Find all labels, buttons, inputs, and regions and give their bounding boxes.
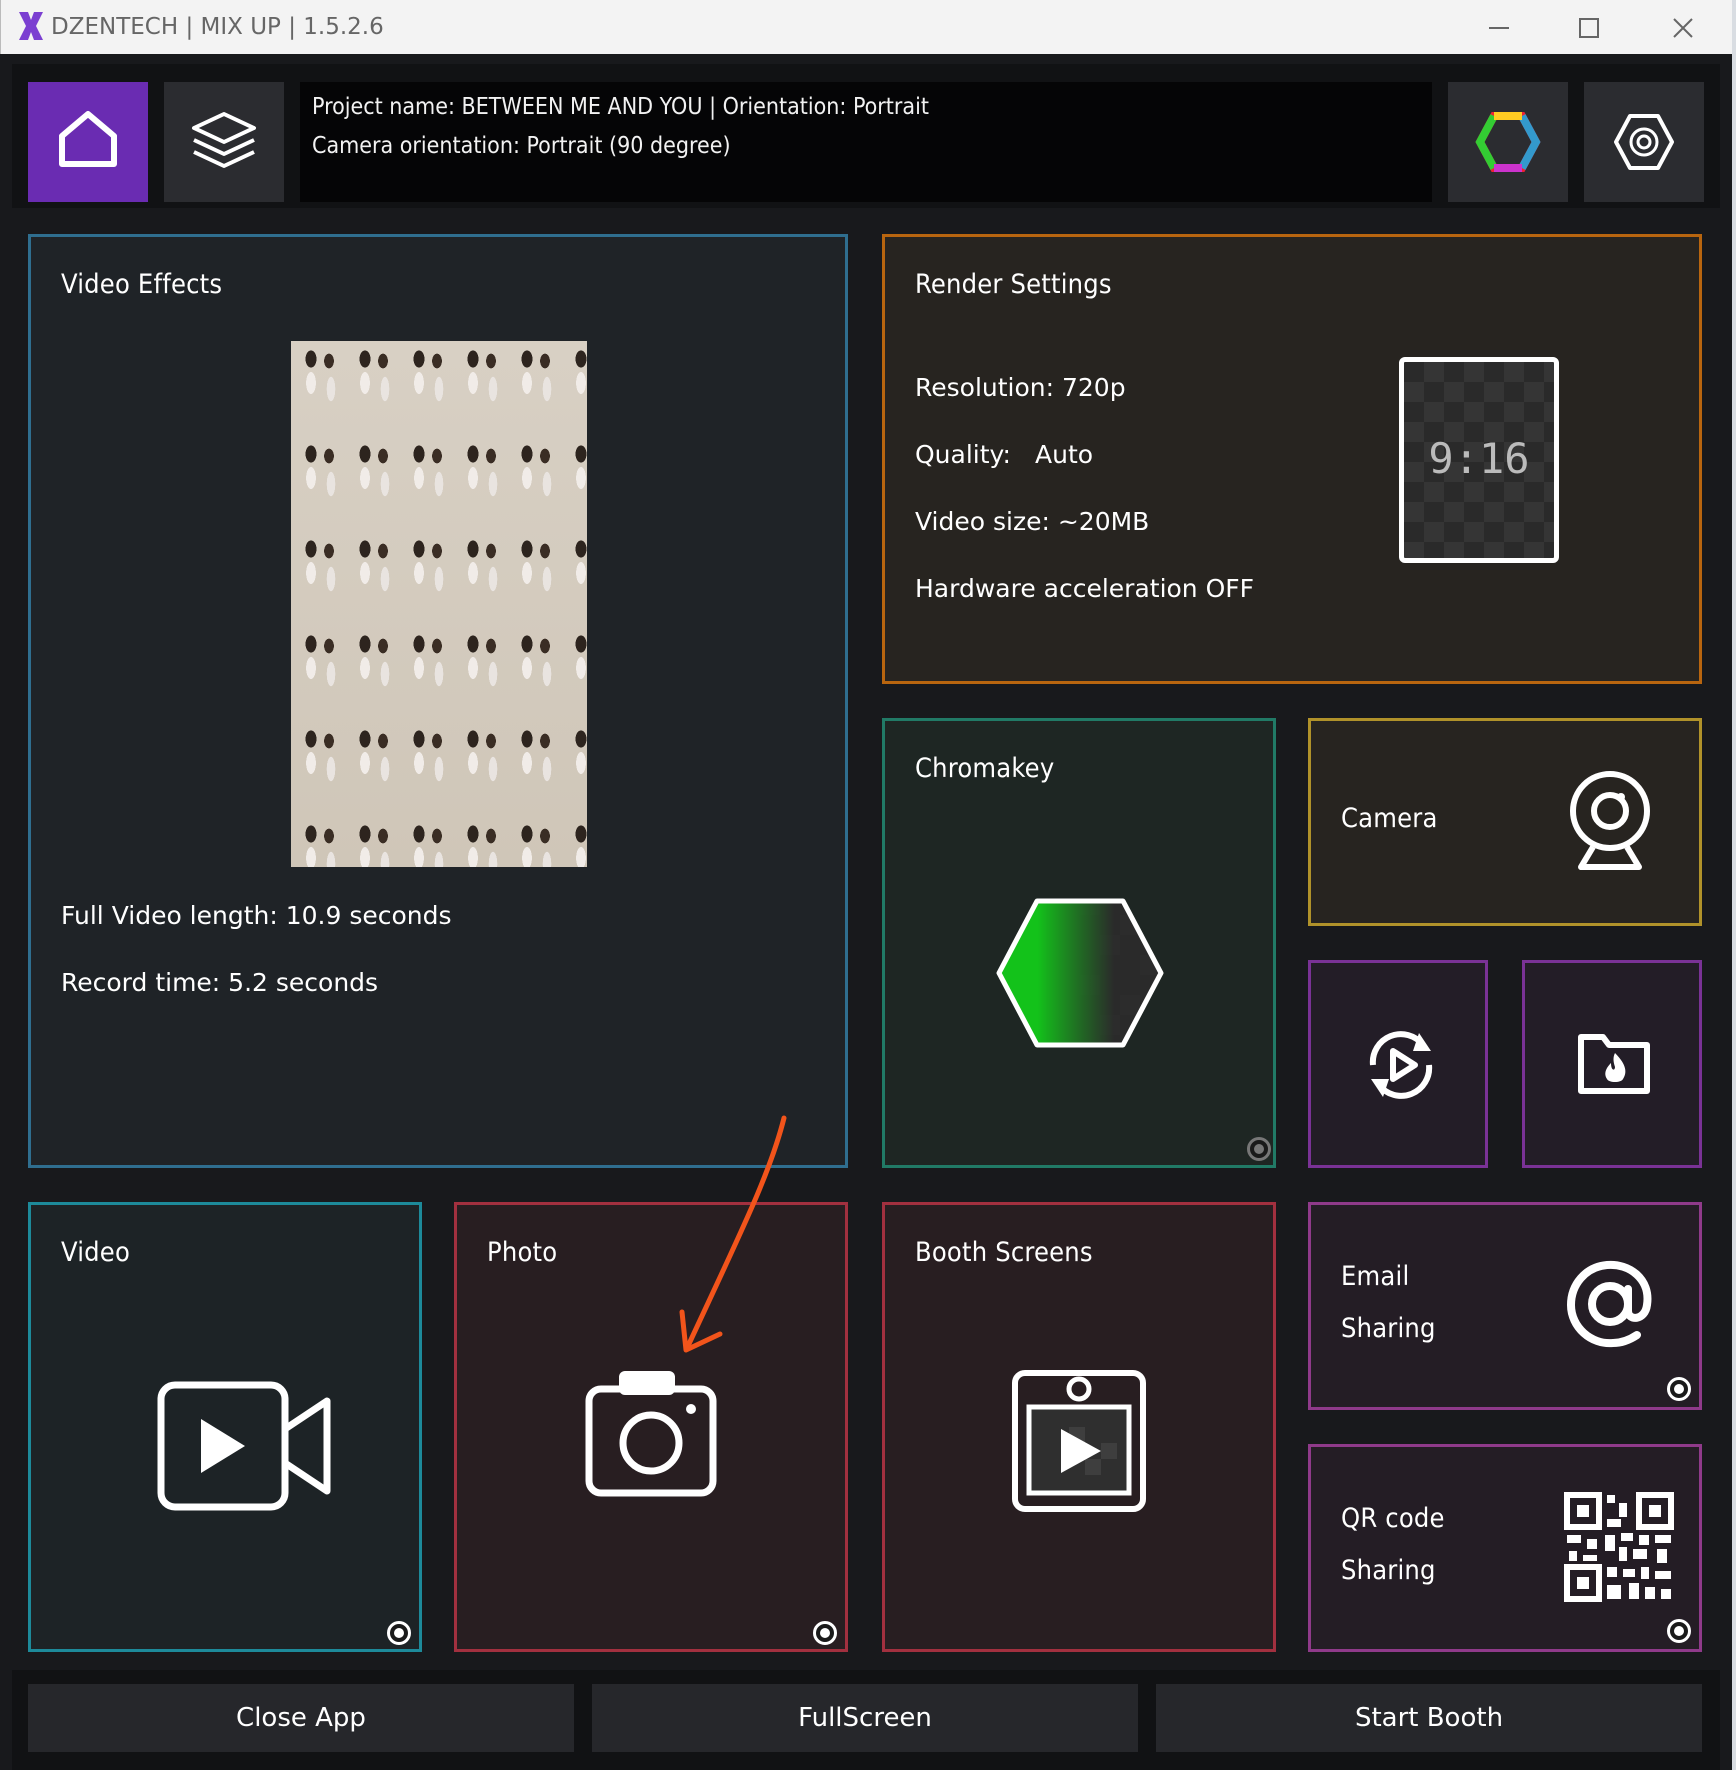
camera-title: Camera <box>1341 803 1438 834</box>
effect-preview-image <box>291 341 587 867</box>
at-sign-icon <box>1566 1260 1652 1348</box>
hardware-acceleration-text: Hardware acceleration OFF <box>915 574 1255 603</box>
replay-icon <box>1369 1031 1433 1099</box>
top-toolbar: Project name: BETWEEN ME AND YOU | Orien… <box>12 64 1720 208</box>
render-settings-panel[interactable]: Render Settings Resolution: 720p Quality… <box>882 234 1702 684</box>
record-time-text: Record time: 5.2 seconds <box>61 968 379 997</box>
maximize-icon <box>1579 18 1599 38</box>
replay-tile[interactable] <box>1308 960 1488 1168</box>
chromakey-panel[interactable]: Chromakey <box>882 718 1276 1168</box>
close-icon <box>1673 18 1693 38</box>
photo-camera-icon <box>585 1371 717 1497</box>
project-info: Project name: BETWEEN ME AND YOU | Orien… <box>300 82 1432 202</box>
email-sharing-line1: Email <box>1341 1261 1410 1292</box>
resolution-text: Resolution: 720p <box>915 373 1126 402</box>
title-bar: DZENTECH | MIX UP | 1.5.2.6 <box>0 0 1732 54</box>
video-length-text: Full Video length: 10.9 seconds <box>61 901 452 930</box>
bottom-bar: Close App FullScreen Start Booth <box>12 1670 1720 1770</box>
video-effects-title: Video Effects <box>61 269 223 300</box>
booth-screens-panel[interactable]: Booth Screens <box>882 1202 1276 1652</box>
app-logo-icon <box>19 12 43 40</box>
hot-folder-tile[interactable] <box>1522 960 1702 1168</box>
photo-mode-toggle[interactable] <box>813 1621 837 1645</box>
email-sharing-line2: Sharing <box>1341 1313 1436 1344</box>
booth-screens-title: Booth Screens <box>915 1237 1093 1268</box>
chromakey-toggle[interactable] <box>1247 1137 1271 1161</box>
hot-folder-icon <box>1578 1034 1650 1094</box>
qr-sharing-line1: QR code <box>1341 1503 1445 1534</box>
home-button[interactable] <box>28 82 148 202</box>
annotation-arrow-icon <box>679 1115 787 1353</box>
app-body: Project name: BETWEEN ME AND YOU | Orien… <box>0 54 1732 1770</box>
project-info-line2: Camera orientation: Portrait (90 degree) <box>312 133 731 159</box>
video-effects-panel[interactable]: Video Effects Full Video length: 10.9 se… <box>28 234 848 1168</box>
chromakey-hexagon-icon <box>996 898 1164 1048</box>
settings-button[interactable] <box>1584 82 1704 202</box>
quality-label: Quality: <box>915 440 1011 469</box>
video-panel[interactable]: Video <box>28 1202 422 1652</box>
window-title: DZENTECH | MIX UP | 1.5.2.6 <box>51 14 384 40</box>
layers-button[interactable] <box>164 82 284 202</box>
qr-code-icon <box>1564 1492 1674 1602</box>
qr-sharing-line2: Sharing <box>1341 1555 1436 1586</box>
layers-icon <box>192 112 256 168</box>
email-sharing-panel[interactable]: Email Sharing <box>1308 1202 1702 1410</box>
minimize-button[interactable] <box>1469 8 1529 46</box>
video-mode-toggle[interactable] <box>387 1621 411 1645</box>
email-sharing-toggle[interactable] <box>1667 1377 1691 1401</box>
qr-sharing-panel[interactable]: QR code Sharing <box>1308 1444 1702 1652</box>
video-size-text: Video size: ~20MB <box>915 507 1150 536</box>
maximize-button[interactable] <box>1559 8 1619 46</box>
minimize-icon <box>1489 27 1509 29</box>
color-theme-button[interactable] <box>1448 82 1568 202</box>
video-title: Video <box>61 1237 131 1268</box>
quality-value: Auto <box>1035 440 1094 469</box>
render-settings-title: Render Settings <box>915 269 1112 300</box>
rainbow-hexagon-icon <box>1475 112 1541 172</box>
qr-sharing-toggle[interactable] <box>1667 1619 1691 1643</box>
home-icon <box>59 111 117 167</box>
start-booth-button[interactable]: Start Booth <box>1156 1684 1702 1752</box>
photo-title: Photo <box>487 1237 558 1268</box>
video-camera-icon <box>157 1381 331 1511</box>
close-window-button[interactable] <box>1653 8 1713 46</box>
gear-icon <box>1614 114 1674 170</box>
camera-panel[interactable]: Camera <box>1308 718 1702 926</box>
booth-screen-icon <box>1012 1370 1146 1512</box>
aspect-ratio-icon: 9:16 <box>1399 357 1559 563</box>
aspect-ratio-label: 9:16 <box>1428 434 1530 483</box>
webcam-icon <box>1570 771 1650 870</box>
chromakey-title: Chromakey <box>915 753 1055 784</box>
fullscreen-button[interactable]: FullScreen <box>592 1684 1138 1752</box>
close-app-button[interactable]: Close App <box>28 1684 574 1752</box>
project-info-line1: Project name: BETWEEN ME AND YOU | Orien… <box>312 94 929 120</box>
